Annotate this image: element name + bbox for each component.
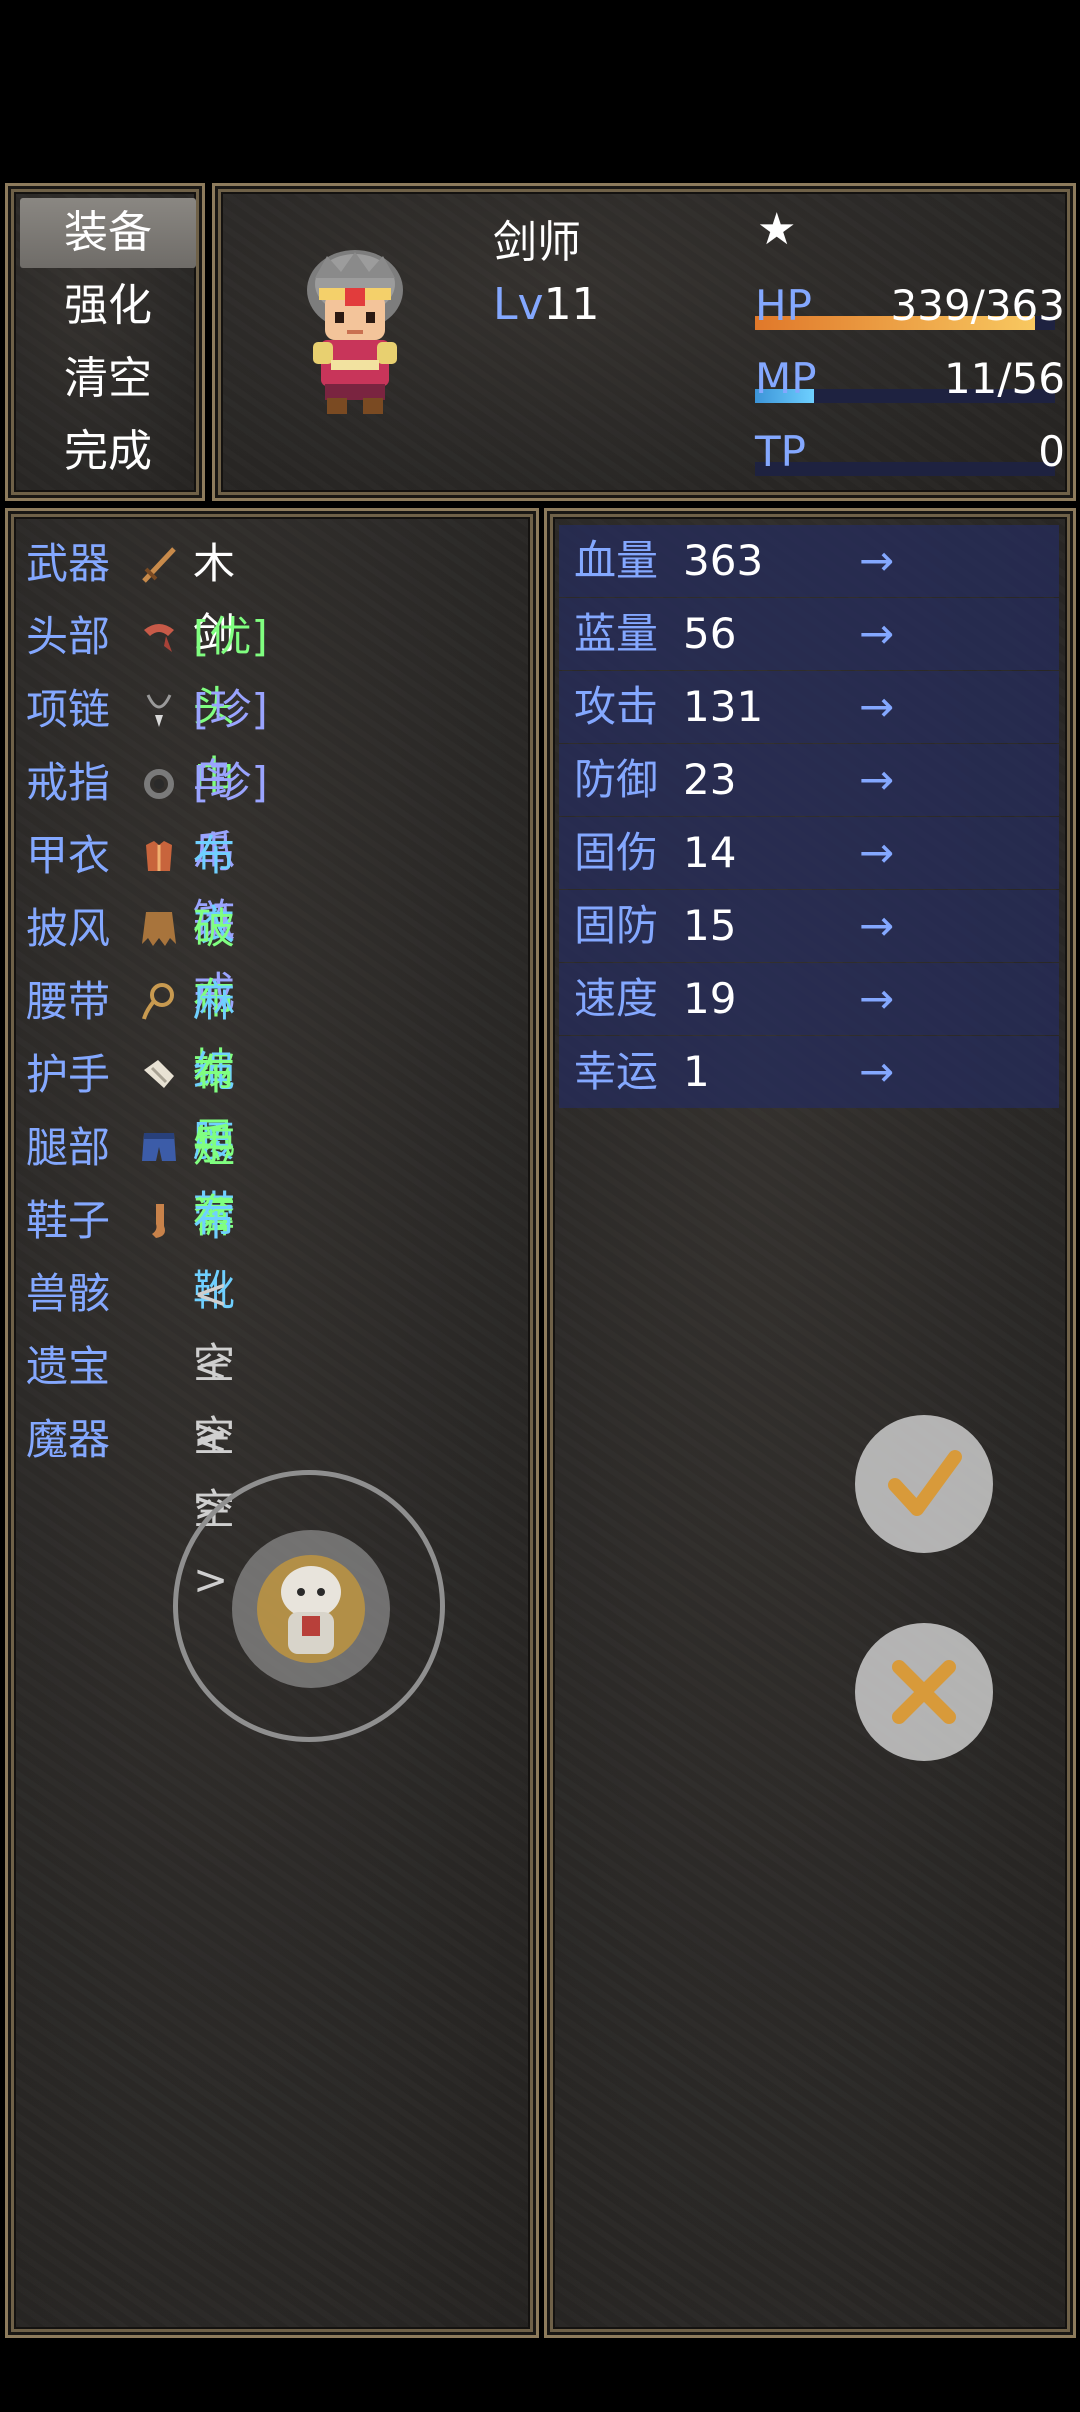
joystick-knob[interactable]: [232, 1530, 390, 1688]
slot-label: 魔器: [26, 1415, 111, 1464]
slot-label: 遗宝: [26, 1342, 111, 1391]
hp-value: 339/363: [890, 281, 1065, 330]
param-name: 蓝量: [574, 609, 659, 658]
arrow-right-icon: →: [859, 682, 895, 731]
arrow-right-icon: →: [859, 755, 895, 804]
arrow-right-icon: →: [859, 901, 895, 950]
slot-label: 兽骸: [26, 1269, 111, 1318]
param-value: 363: [683, 536, 764, 585]
arrow-right-icon: →: [859, 974, 895, 1023]
param-name: 固防: [574, 901, 659, 950]
slot-label: 戒指: [26, 758, 111, 807]
tp-label: TP: [755, 427, 806, 476]
companion-avatar-icon: [257, 1555, 365, 1663]
param-value: 1: [683, 1047, 710, 1096]
level-label: Lv: [493, 279, 544, 330]
mp-label: MP: [755, 354, 817, 403]
param-row: 攻击 131 →: [559, 671, 1059, 743]
slot-label: 腿部: [26, 1123, 111, 1172]
level-value: 11: [543, 279, 600, 330]
param-value: 14: [683, 828, 737, 877]
param-row: 蓝量 56 →: [559, 598, 1059, 670]
slot-label: 项链: [26, 685, 111, 734]
param-row: 幸运 1 →: [559, 1036, 1059, 1108]
arrow-right-icon: →: [859, 609, 895, 658]
wooden-sword-icon: [142, 547, 176, 583]
arrow-right-icon: →: [859, 536, 895, 585]
param-name: 幸运: [574, 1047, 659, 1096]
param-row: 速度 19 →: [559, 963, 1059, 1035]
confirm-button[interactable]: [855, 1415, 993, 1553]
check-icon: [888, 1450, 962, 1516]
param-value: 56: [683, 609, 737, 658]
shorts-icon: [142, 1133, 176, 1161]
arrow-right-icon: →: [859, 1047, 895, 1096]
actor-class: 剑师: [493, 217, 581, 268]
param-value: 23: [683, 755, 737, 804]
param-name: 血量: [574, 536, 659, 585]
cloth-gloves-icon: [144, 1060, 174, 1088]
tp-value: 0: [1038, 427, 1065, 476]
param-name: 固伤: [574, 828, 659, 877]
slot-label: 鞋子: [26, 1196, 111, 1245]
menu-item-equip[interactable]: 装备: [20, 198, 196, 268]
param-row: 血量 363 →: [559, 525, 1059, 597]
star-icon: ★: [757, 204, 797, 255]
parameters-window: 血量 363 → 蓝量 56 → 攻击 131 → 防御 23 → 固伤 14 → 固防 15 → 速度…: [544, 508, 1076, 2338]
cloth-armor-icon: [146, 841, 172, 871]
actor-status-window: 剑师 ★ Lv11 HP 339/363 MP 11/56 TP 0: [212, 183, 1076, 501]
claw-necklace-icon: [146, 694, 172, 727]
param-name: 速度: [574, 974, 659, 1023]
param-name: 防御: [574, 755, 659, 804]
rope-belt-icon: [142, 983, 174, 1020]
actor-level: Lv11: [493, 279, 600, 330]
arrow-right-icon: →: [859, 828, 895, 877]
menu-item-done[interactable]: 完成: [20, 417, 196, 487]
command-window: 装备 强化 清空 完成: [5, 183, 205, 501]
slot-label: 披风: [26, 904, 111, 953]
claw-ring-icon: [144, 769, 174, 799]
slot-label: 甲衣: [26, 831, 111, 880]
slot-label: 头部: [26, 612, 111, 661]
param-row: 固防 15 →: [559, 890, 1059, 962]
cross-icon: [892, 1660, 956, 1724]
ragged-cape-icon: [142, 912, 176, 946]
equipment-window: 武器 木剑 头部 [优]头巾 项链 [珍]鸟爪链 戒指 [珍]鸟爪戒 甲衣 布衣…: [5, 508, 539, 2338]
cloth-boots-icon: [152, 1204, 165, 1238]
mp-value: 11/56: [943, 354, 1065, 403]
param-value: 131: [683, 682, 764, 731]
slot-label: 腰带: [26, 977, 111, 1026]
param-name: 攻击: [574, 682, 659, 731]
slot-label: 武器: [26, 539, 111, 588]
hp-label: HP: [755, 281, 812, 330]
param-value: 15: [683, 901, 737, 950]
param-row: 固伤 14 →: [559, 817, 1059, 889]
menu-item-clear[interactable]: 清空: [20, 344, 196, 414]
cancel-button[interactable]: [855, 1623, 993, 1761]
slot-label: 护手: [26, 1050, 111, 1099]
actor-sprite: [307, 250, 403, 414]
param-value: 19: [683, 974, 737, 1023]
menu-item-enhance[interactable]: 强化: [20, 271, 196, 341]
param-row: 防御 23 →: [559, 744, 1059, 816]
headscarf-icon: [144, 624, 174, 652]
